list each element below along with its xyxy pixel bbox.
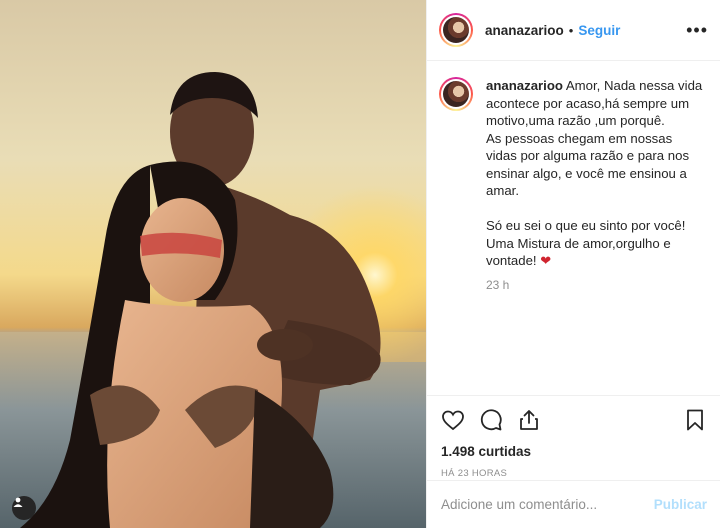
caption-timestamp[interactable]: 23 h — [486, 278, 704, 292]
publish-button[interactable]: Publicar — [654, 497, 707, 512]
user-tag-icon[interactable] — [12, 496, 36, 520]
separator-dot: • — [568, 22, 574, 38]
share-icon[interactable] — [517, 408, 541, 432]
author-avatar[interactable] — [439, 13, 473, 47]
follow-button[interactable]: Seguir — [578, 23, 620, 38]
post-timestamp[interactable]: HÁ 23 HORAS — [441, 468, 707, 479]
post-side-panel: ananazarioo • Seguir ••• ananazarioo Amo… — [426, 0, 720, 528]
caption-text: Amor, Nada nessa vida acontece por acaso… — [486, 78, 703, 268]
post-header: ananazarioo • Seguir ••• — [427, 0, 720, 61]
heart-emoji: ❤ — [540, 253, 552, 268]
likes-count[interactable]: 1.498 curtidas — [441, 444, 707, 459]
more-options-icon[interactable]: ••• — [686, 21, 708, 39]
caption-avatar[interactable] — [439, 77, 473, 111]
comments-area: ananazarioo Amor, Nada nessa vida aconte… — [427, 61, 720, 395]
comment-input[interactable] — [441, 497, 654, 512]
bookmark-icon[interactable] — [683, 408, 707, 432]
heart-icon[interactable] — [441, 408, 465, 432]
post-photo[interactable] — [0, 0, 426, 528]
caption-username[interactable]: ananazarioo — [486, 78, 563, 93]
photo-illustration — [0, 72, 426, 528]
post-actions: 1.498 curtidas HÁ 23 HORAS — [427, 395, 720, 479]
comment-icon[interactable] — [479, 408, 503, 432]
author-username[interactable]: ananazarioo — [485, 23, 564, 38]
comment-form: Publicar — [427, 480, 720, 528]
caption: ananazarioo Amor, Nada nessa vida aconte… — [439, 77, 704, 270]
